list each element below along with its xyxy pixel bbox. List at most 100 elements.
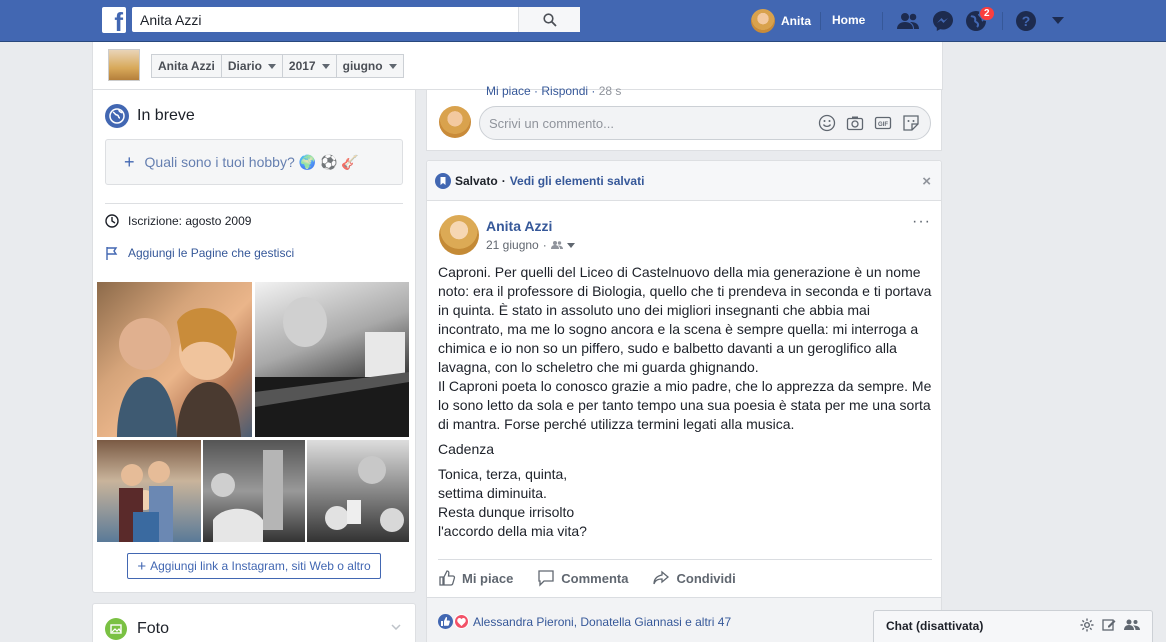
poem-line: Tonica, terza, quinta, bbox=[438, 466, 568, 482]
reactions-summary[interactable]: Alessandra Pieroni, Donatella Giannasi e… bbox=[438, 614, 731, 629]
comment-bubble-icon bbox=[538, 570, 554, 587]
divider bbox=[105, 203, 403, 204]
post-author-name[interactable]: Anita Azzi bbox=[486, 218, 552, 234]
love-reaction-icon bbox=[454, 614, 469, 629]
saved-notice-bar: Salvato · Vedi gli elementi salvati × bbox=[427, 161, 941, 201]
post-paragraph: Caproni. Per quelli del Liceo di Casteln… bbox=[438, 264, 932, 375]
divider bbox=[1002, 12, 1003, 30]
caret-down-icon bbox=[321, 63, 330, 69]
plus-icon: + bbox=[124, 151, 135, 172]
share-arrow-icon bbox=[653, 570, 670, 585]
poem-line: settima diminuita. bbox=[438, 485, 547, 501]
hobbies-prompt: Quali sono i tuoi hobby? 🌍 ⚽ 🎸 bbox=[144, 153, 359, 170]
divider bbox=[438, 559, 932, 560]
reply-link[interactable]: Rispondi bbox=[541, 84, 588, 98]
add-social-links-button[interactable]: + Aggiungi link a Instagram, siti Web o … bbox=[127, 553, 381, 579]
comment-timestamp: 28 s bbox=[598, 84, 622, 98]
photo-image bbox=[325, 456, 404, 532]
add-hobbies-button[interactable]: + Quali sono i tuoi hobby? 🌍 ⚽ 🎸 bbox=[105, 139, 403, 185]
breadcrumb-month-dropdown[interactable]: giugno bbox=[337, 55, 403, 77]
breadcrumb-label: Diario bbox=[227, 59, 262, 73]
comment-input[interactable]: Scrivi un commento... GIF bbox=[479, 106, 931, 140]
poem-line: Resta dunque irrisolto bbox=[438, 504, 575, 520]
photo-thumbnail[interactable] bbox=[307, 440, 409, 542]
gear-icon[interactable] bbox=[1080, 618, 1094, 632]
help-icon[interactable]: ? bbox=[1014, 9, 1038, 33]
breadcrumb-profile-name[interactable]: Anita Azzi bbox=[152, 55, 222, 77]
friends-audience-icon[interactable] bbox=[550, 240, 563, 250]
post-date[interactable]: 21 giugno bbox=[486, 238, 539, 252]
add-pages-text: Aggiungi le Pagine che gestisci bbox=[128, 246, 295, 260]
svg-text:GIF: GIF bbox=[878, 122, 888, 128]
profile-name: Anita bbox=[781, 14, 811, 28]
clock-icon bbox=[105, 214, 119, 228]
share-button[interactable]: Condividi bbox=[652, 569, 736, 587]
post-meta: 21 giugno · bbox=[486, 238, 575, 252]
post-options-icon[interactable]: ··· bbox=[912, 213, 931, 231]
friend-requests-icon[interactable] bbox=[896, 9, 920, 33]
post-actions: Mi piace Commenta Condividi bbox=[438, 569, 736, 587]
add-pages-link[interactable]: Aggiungi le Pagine che gestisci bbox=[105, 246, 294, 260]
avatar[interactable] bbox=[439, 215, 479, 255]
group-icon[interactable] bbox=[1124, 618, 1140, 632]
like-reaction-icon bbox=[438, 614, 453, 629]
emoji-icon[interactable] bbox=[818, 114, 836, 132]
breadcrumb-label: Anita Azzi bbox=[158, 59, 215, 73]
previous-comment-actions: Mi piace · Rispondi · 28 s bbox=[486, 84, 622, 98]
chat-status-label: Chat (disattivata) bbox=[886, 619, 984, 633]
intro-header: In breve bbox=[105, 104, 195, 128]
intro-title: In breve bbox=[137, 107, 195, 124]
bookmark-icon bbox=[435, 172, 451, 189]
breadcrumb-timeline-dropdown[interactable]: Diario bbox=[222, 55, 283, 77]
avatar[interactable] bbox=[108, 49, 140, 81]
caret-down-icon[interactable] bbox=[566, 242, 575, 248]
account-menu-chevron-down-icon[interactable] bbox=[1046, 9, 1070, 33]
share-label: Condividi bbox=[676, 570, 736, 586]
photos-title: Foto bbox=[137, 620, 170, 637]
poem: Tonica, terza, quinta, settima diminuita… bbox=[438, 465, 932, 541]
divider bbox=[882, 12, 883, 30]
photo-icon bbox=[105, 618, 127, 640]
right-panel-edge bbox=[1152, 42, 1166, 642]
photos-header[interactable]: Foto bbox=[105, 618, 169, 640]
breadcrumb-year-dropdown[interactable]: 2017 bbox=[283, 55, 337, 77]
like-button[interactable]: Mi piace bbox=[438, 569, 513, 587]
photo-image bbox=[117, 308, 241, 437]
close-icon[interactable]: × bbox=[922, 173, 931, 190]
avatar bbox=[751, 9, 775, 33]
sticker-icon[interactable] bbox=[902, 114, 920, 132]
gif-icon[interactable]: GIF bbox=[874, 114, 892, 132]
facebook-logo[interactable]: f bbox=[102, 7, 126, 33]
photo-thumbnail[interactable] bbox=[97, 440, 201, 542]
chat-bar[interactable]: Chat (disattivata) bbox=[873, 610, 1153, 642]
like-label: Mi piace bbox=[462, 570, 514, 586]
photo-thumbnail[interactable] bbox=[255, 282, 409, 437]
avatar bbox=[439, 106, 471, 138]
caret-down-icon bbox=[267, 63, 276, 69]
search-button[interactable] bbox=[518, 7, 580, 32]
top-navigation-bar: f Anita Home 2 ? bbox=[0, 0, 1166, 42]
photo-thumbnail[interactable] bbox=[203, 440, 305, 542]
camera-icon[interactable] bbox=[846, 114, 864, 132]
globe-icon bbox=[105, 104, 129, 128]
home-link[interactable]: Home bbox=[832, 13, 865, 27]
photo-image bbox=[255, 297, 409, 437]
like-comment-link[interactable]: Mi piace bbox=[486, 84, 531, 98]
messenger-icon[interactable] bbox=[931, 9, 955, 33]
profile-photo-thumbnail[interactable] bbox=[97, 282, 252, 437]
intro-card: In breve + Quali sono i tuoi hobby? 🌍 ⚽ … bbox=[92, 90, 416, 593]
breadcrumb-label: 2017 bbox=[288, 59, 316, 73]
see-saved-items-link[interactable]: Vedi gli elementi salvati bbox=[510, 174, 645, 188]
separator: · bbox=[501, 173, 506, 188]
post-card: Salvato · Vedi gli elementi salvati × An… bbox=[426, 160, 942, 642]
joined-info: Iscrizione: agosto 2009 bbox=[105, 214, 251, 228]
breadcrumb-label: giugno bbox=[342, 59, 383, 73]
search-input[interactable] bbox=[132, 7, 532, 32]
chevron-down-icon[interactable] bbox=[391, 624, 401, 630]
notifications-badge: 2 bbox=[979, 6, 995, 21]
comment-button[interactable]: Commenta bbox=[537, 569, 628, 587]
new-message-icon[interactable] bbox=[1102, 618, 1116, 632]
profile-link[interactable]: Anita bbox=[751, 9, 811, 33]
comment-composer-card: Mi piace · Rispondi · 28 s Scrivi un com… bbox=[426, 84, 942, 151]
comment-attachment-icons: GIF bbox=[818, 114, 920, 132]
